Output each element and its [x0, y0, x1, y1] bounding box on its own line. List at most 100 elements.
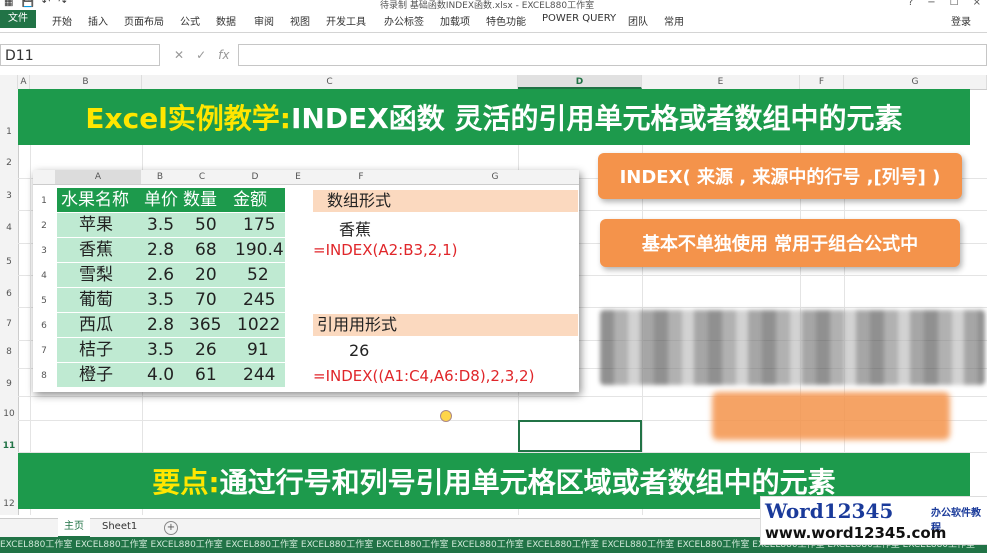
table-cell: 91: [225, 338, 285, 362]
column-header-f[interactable]: F: [800, 75, 844, 89]
tab-addins[interactable]: 加载项: [440, 13, 470, 28]
row-header-11[interactable]: 11: [0, 441, 18, 451]
table-cell: 50: [179, 213, 225, 237]
table-cell: 175: [225, 213, 285, 237]
reference-form-heading: 引用用形式: [313, 314, 578, 336]
enter-icon[interactable]: ✓: [196, 48, 206, 62]
row-header-6[interactable]: 6: [0, 289, 18, 299]
row-header-12[interactable]: 12: [0, 499, 18, 509]
panel-col-e: E: [295, 172, 301, 182]
tab-formulas[interactable]: 公式: [180, 13, 200, 28]
table-cell: 61: [179, 363, 225, 387]
watermark-brand: Word12345: [765, 499, 894, 523]
table-header-price: 单价: [141, 188, 179, 212]
reference-form-formula: =INDEX((A1:C4,A6:D8),2,3,2): [313, 367, 535, 385]
table-cell: 2.8: [141, 238, 179, 262]
table-cell: 52: [225, 263, 285, 287]
panel-row-6: 6: [41, 321, 47, 331]
array-form-result: 香蕉: [339, 220, 372, 239]
table-cell: 葡萄: [57, 288, 141, 312]
window-controls: ? − ☐ ×: [908, 0, 981, 8]
tab-special[interactable]: 特色功能: [486, 13, 526, 28]
cancel-icon[interactable]: ✕: [174, 48, 184, 62]
tab-page-layout[interactable]: 页面布局: [124, 13, 164, 28]
watermark-url: www.word12345.com: [765, 524, 947, 542]
banner-title-prefix: Excel实例教学:: [85, 102, 291, 135]
table-cell: 3.5: [141, 213, 179, 237]
active-cell-d11[interactable]: [518, 420, 642, 452]
row-header-1[interactable]: 1: [0, 127, 18, 137]
name-box[interactable]: D11: [0, 44, 160, 66]
title-bar: 待录制 基础函数INDEX函数.xlsx - EXCEL880工作室: [0, 0, 987, 11]
excel-app-icon[interactable]: ▦: [4, 0, 13, 8]
panel-col-a: A: [55, 170, 141, 184]
table-cell: 245: [225, 288, 285, 312]
table-cell: 20: [179, 263, 225, 287]
table-cell: 桔子: [57, 338, 141, 362]
tab-developer[interactable]: 开发工具: [326, 13, 366, 28]
row-header-2[interactable]: 2: [0, 158, 18, 168]
row-header: 1 2 3 4 5 6 7 8 9 10 11 12: [0, 89, 19, 515]
undo-icon[interactable]: ↶: [42, 0, 50, 8]
array-form-formula: =INDEX(A2:B3,2,1): [313, 241, 458, 259]
redo-icon[interactable]: ↷: [58, 0, 66, 8]
column-header-e[interactable]: E: [642, 75, 800, 89]
tab-data[interactable]: 数据: [216, 13, 236, 28]
table-header-name: 水果名称: [57, 188, 141, 212]
tab-office-tab[interactable]: 办公标签: [384, 13, 424, 28]
close-icon[interactable]: ×: [973, 0, 981, 8]
table-cell: 2.8: [141, 313, 179, 337]
column-header-g[interactable]: G: [844, 75, 987, 89]
tab-power-query[interactable]: POWER QUERY: [542, 13, 616, 24]
blurred-region: [600, 310, 985, 385]
title-banner: Excel实例教学: INDEX函数 灵活的引用单元格或者数组中的元素: [18, 89, 970, 145]
tab-common[interactable]: 常用: [664, 13, 684, 28]
array-form-heading: 数组形式: [313, 190, 578, 212]
row-header-8[interactable]: 8: [0, 347, 18, 357]
column-header: A B C D E F G: [0, 75, 987, 90]
maximize-icon[interactable]: ☐: [950, 0, 959, 8]
panel-col-g: G: [491, 172, 499, 182]
table-cell: 3.5: [141, 288, 179, 312]
reference-form-result: 26: [349, 341, 370, 360]
panel-col-c: C: [198, 172, 206, 182]
usage-callout: 基本不单独使用 常用于组合公式中: [600, 219, 960, 267]
help-icon[interactable]: ?: [908, 0, 913, 8]
minimize-icon[interactable]: −: [927, 0, 935, 8]
table-cell: 365: [179, 313, 225, 337]
row-header-3[interactable]: 3: [0, 191, 18, 201]
insert-function-icon[interactable]: fx: [218, 48, 229, 62]
table-cell: 2.6: [141, 263, 179, 287]
mouse-cursor-icon: [440, 410, 452, 422]
column-header-a[interactable]: A: [18, 75, 30, 89]
row-header-7[interactable]: 7: [0, 319, 18, 329]
sheet-tab-sheet1[interactable]: Sheet1: [96, 518, 143, 536]
sheet-tab-home[interactable]: 主页: [58, 518, 90, 538]
select-all-corner[interactable]: [0, 75, 18, 89]
table-cell: 橙子: [57, 363, 141, 387]
column-header-b[interactable]: B: [30, 75, 142, 89]
banner-key-prefix: 要点:: [152, 466, 220, 499]
row-header-4[interactable]: 4: [0, 223, 18, 233]
row-header-9[interactable]: 9: [0, 379, 18, 389]
row-header-5[interactable]: 5: [0, 257, 18, 267]
save-icon[interactable]: 💾: [21, 0, 33, 8]
panel-col-d: D: [251, 172, 259, 182]
column-header-d[interactable]: D: [518, 75, 642, 89]
table-cell: 雪梨: [57, 263, 141, 287]
row-header-10[interactable]: 10: [0, 409, 18, 419]
tab-insert[interactable]: 插入: [88, 13, 108, 28]
login-link[interactable]: 登录: [951, 13, 971, 28]
tab-home[interactable]: 开始: [52, 13, 72, 28]
tab-file[interactable]: 文件: [0, 10, 36, 28]
tab-review[interactable]: 审阅: [254, 13, 274, 28]
tab-team[interactable]: 团队: [628, 13, 648, 28]
panel-row-1: 1: [41, 196, 47, 206]
panel-row-8: 8: [41, 371, 47, 381]
example-sheet-panel: A B C D E F G 1 2 3 4 5 6 7 8 水果名称 单价 数量…: [33, 170, 579, 392]
formula-input[interactable]: [238, 44, 987, 66]
tab-view[interactable]: 视图: [290, 13, 310, 28]
add-sheet-icon[interactable]: +: [164, 521, 178, 535]
column-header-c[interactable]: C: [142, 75, 518, 89]
table-cell: 68: [179, 238, 225, 262]
